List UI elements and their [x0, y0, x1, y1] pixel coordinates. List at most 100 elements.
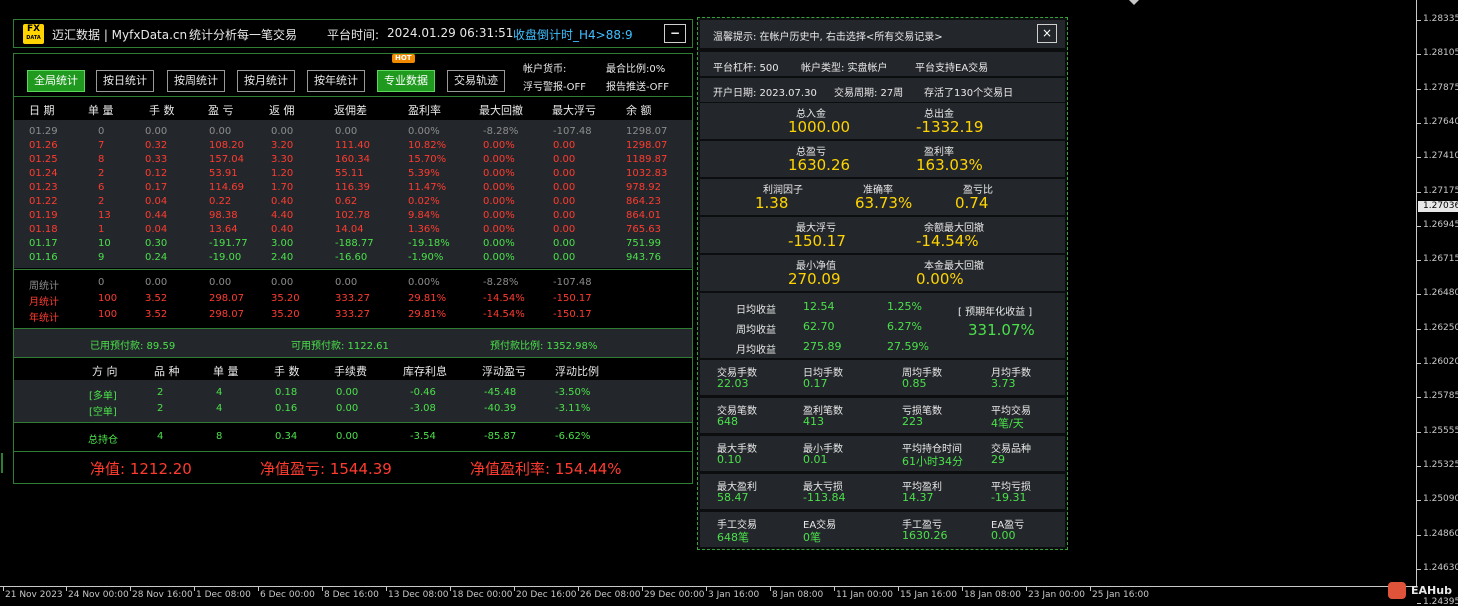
period-cell: 周统计 [29, 281, 59, 292]
position-cell: -3.08 [410, 403, 436, 414]
col-header-max-drawdown: 最大回撤 [479, 104, 523, 117]
time-tick [66, 587, 67, 591]
price-label: 1.27410 [1423, 151, 1458, 162]
stats-value: 61小时34分 [902, 455, 963, 468]
daily-cell: 1032.83 [626, 168, 668, 179]
price-label: 1.25090 [1423, 494, 1458, 505]
stats-value: 223 [902, 415, 923, 428]
pro-data-panel: 温馨提示: 在帐户历史中, 右击选择<所有交易记录> × 平台杠杆: 500 帐… [697, 17, 1068, 550]
daily-cell: 0.00 [553, 196, 576, 207]
daily-cell: 116.39 [335, 182, 370, 193]
pos-header-float-ratio: 浮动比例 [555, 365, 599, 378]
daily-cell: 0.22 [209, 196, 232, 207]
daily-cell: 5.39% [408, 168, 440, 179]
tab-daily-stats[interactable]: 按日统计 [96, 70, 154, 92]
daily-cell: 0.00% [483, 154, 515, 165]
daily-cell: 01.17 [29, 238, 58, 249]
daily-cell: 978.92 [626, 182, 661, 193]
summary-value: 163.03% [916, 156, 983, 174]
summary-value: 270.09 [788, 270, 841, 288]
tab-yearly-stats[interactable]: 按年统计 [307, 70, 365, 92]
price-tick [1417, 431, 1421, 433]
tab-global-stats[interactable]: 全局统计 [27, 70, 85, 92]
daily-cell: 0.00 [553, 168, 576, 179]
col-header-max-float-loss: 最大浮亏 [552, 104, 596, 117]
time-tick [642, 587, 643, 591]
float-alert-toggle[interactable]: 浮亏警报-OFF [523, 78, 586, 93]
time-tick [834, 587, 835, 591]
daily-cell: 10.82% [408, 140, 447, 151]
daily-cell: 0.00 [553, 210, 576, 221]
time-tick [130, 587, 131, 591]
col-header-date: 日 期 [29, 104, 55, 117]
time-label: 13 Dec 08:00 [388, 590, 449, 600]
alive-days: 存活了130个交易日 [924, 88, 1014, 99]
account-currency: 帐户货币: [523, 64, 567, 75]
price-tick [1417, 225, 1421, 227]
period-cell: 0.00% [408, 277, 440, 288]
daily-cell: 8 [98, 154, 105, 165]
time-label: 23 Jan 00:00 [1028, 590, 1085, 600]
time-tick [322, 587, 323, 591]
time-label: 24 Nov 00:00 [68, 590, 129, 600]
prepay-ratio: 预付款比例: 1352.98% [490, 341, 598, 352]
time-tick [514, 587, 515, 591]
summary-block [700, 141, 1065, 177]
used-prepay: 已用预付款: 89.59 [90, 341, 176, 352]
period-cell: 333.27 [335, 293, 370, 304]
daily-cell: 01.18 [29, 224, 58, 235]
tab-trade-track[interactable]: 交易轨迹 [447, 70, 505, 92]
period-cell: 3.52 [145, 309, 168, 320]
average-value: 275.89 [803, 340, 842, 353]
daily-cell: 0.33 [145, 154, 168, 165]
period-cell: 0.00 [335, 277, 358, 288]
time-label: 8 Jan 08:00 [772, 590, 824, 600]
close-button[interactable]: × [1037, 24, 1057, 43]
average-percent: 1.25% [887, 300, 922, 313]
position-total-cell: 0.00 [336, 431, 359, 442]
price-tick [1417, 88, 1421, 90]
daily-cell: 111.40 [335, 140, 370, 151]
daily-cell: 01.29 [29, 126, 58, 137]
daily-cell: 0.12 [145, 168, 168, 179]
position-total-cell: -85.87 [484, 431, 517, 442]
col-header-pl: 盈 亏 [208, 104, 234, 117]
daily-cell: 0.30 [145, 238, 168, 249]
stats-value: 0.00 [991, 529, 1016, 542]
daily-cell: 1.20 [271, 168, 294, 179]
daily-cell: 53.91 [209, 168, 238, 179]
logo-bottom-text: DATA [26, 35, 41, 41]
period-cell: 29.81% [408, 309, 447, 320]
time-label: 18 Jan 08:00 [964, 590, 1021, 600]
stats-value: 0.10 [717, 453, 742, 466]
minimize-button[interactable]: − [664, 24, 686, 43]
position-cell: 2 [157, 403, 164, 414]
stats-value: -19.31 [991, 491, 1027, 504]
position-total-cell: -6.62% [555, 431, 591, 442]
tab-weekly-stats[interactable]: 按周统计 [167, 70, 225, 92]
daily-cell: 0.00 [553, 252, 576, 263]
daily-cell: 10 [98, 238, 111, 249]
daily-cell: 01.16 [29, 252, 58, 263]
price-label: 1.27640 [1423, 116, 1458, 127]
position-cell: -0.46 [410, 387, 436, 398]
summary-value: -150.17 [788, 232, 846, 250]
summary-block [700, 255, 1065, 291]
stats-value: 58.47 [717, 491, 749, 504]
price-tick [1417, 191, 1421, 193]
price-tick [1417, 397, 1421, 399]
price-tick [1417, 54, 1421, 56]
time-tick [962, 587, 963, 591]
chart-window: FX DATA 迈汇数据 | MyfxData.cn 统计分析每一笔交易 平台时… [0, 0, 1458, 606]
position-total-cell: 总持仓 [88, 435, 118, 446]
tab-pro-data[interactable]: 专业数据 [377, 70, 435, 92]
time-tick [3, 587, 4, 591]
price-tick [1417, 363, 1421, 364]
chart-left-marker [1, 453, 3, 473]
price-label: 1.25325 [1423, 459, 1458, 470]
tab-monthly-stats[interactable]: 按月统计 [237, 70, 295, 92]
pos-header-direction: 方 向 [92, 365, 118, 378]
period-cell: -14.54% [483, 309, 525, 320]
report-push-toggle[interactable]: 报告推送-OFF [606, 78, 669, 93]
summary-value: 1630.26 [788, 156, 851, 174]
